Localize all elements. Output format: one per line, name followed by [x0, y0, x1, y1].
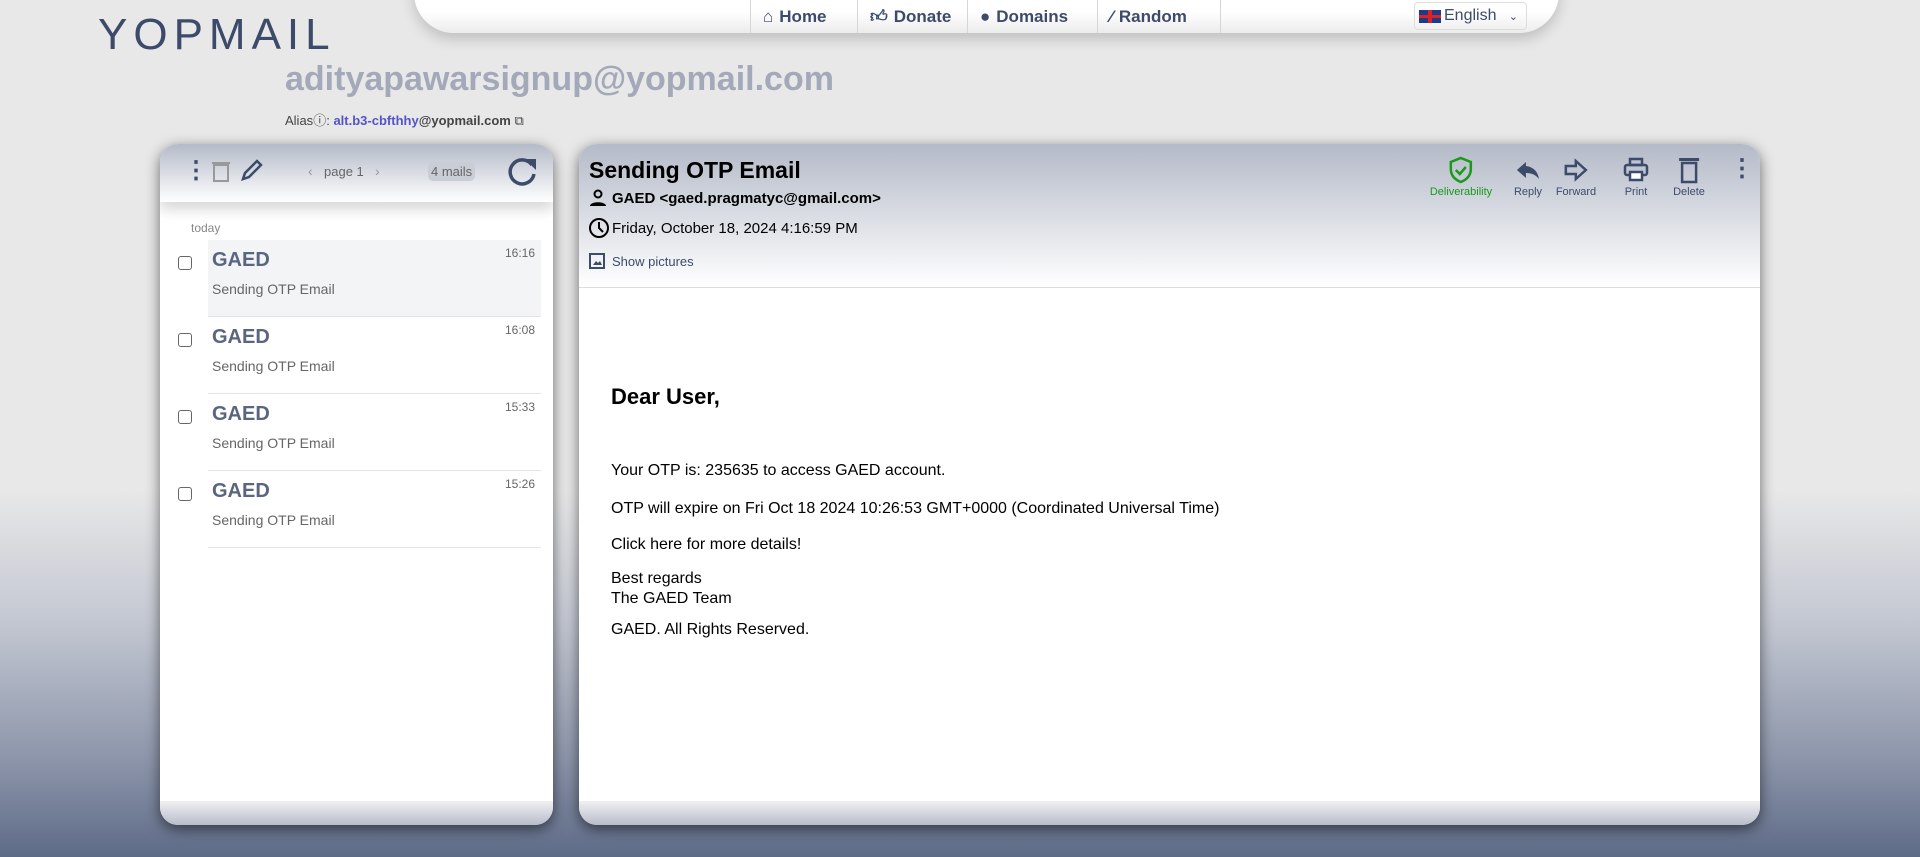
compose-pencil-icon[interactable] [240, 158, 264, 182]
reply-button[interactable]: Reply [1514, 156, 1542, 198]
show-pictures-label: Show pictures [612, 253, 694, 269]
more-options-icon[interactable]: ⋮ [1730, 154, 1754, 183]
language-select[interactable]: English ⌄ [1414, 2, 1527, 30]
team-line: The GAED Team [611, 590, 732, 607]
inbox-address: adityapawarsignup@yopmail.com [285, 60, 834, 98]
mail-count-badge: 4 mails [428, 162, 476, 181]
message-panel: Sending OTP Email GAED <gaed.pragmatyc@g… [579, 144, 1760, 825]
mail-list-toolbar: ⋮ ‹ page 1 › 4 mails [160, 144, 553, 202]
mail-subject: Sending OTP Email [212, 512, 335, 528]
sender-address: GAED <gaed.pragmatyc@gmail.com> [612, 189, 881, 207]
delete-button[interactable]: Delete [1673, 156, 1705, 198]
person-icon [590, 189, 606, 206]
select-checkbox[interactable] [178, 333, 192, 347]
expiry-line: OTP will expire on Fri Oct 18 2024 10:26… [611, 500, 1220, 517]
message-date: Friday, October 18, 2024 4:16:59 PM [588, 217, 858, 239]
nav-label: Random [1118, 6, 1187, 26]
alias-label: Alias [285, 113, 314, 128]
trash-icon [1678, 158, 1699, 184]
message-from: GAED <gaed.pragmatyc@gmail.com> [589, 189, 881, 207]
greeting: Dear User, [611, 384, 720, 409]
shield-check-icon [1449, 156, 1473, 184]
mail-list-item[interactable]: GAED Sending OTP Email 15:33 [178, 394, 541, 471]
date-text: Friday, October 18, 2024 4:16:59 PM [612, 219, 858, 237]
forward-arrow-icon [1564, 158, 1588, 182]
uk-flag-icon [1419, 9, 1441, 23]
print-button[interactable]: Print [1623, 156, 1649, 198]
logo-text: YOPMAIL [98, 10, 336, 59]
mail-sender: GAED [212, 249, 270, 271]
mail-list-item[interactable]: GAED Sending OTP Email 16:08 [178, 317, 541, 394]
nav-home[interactable]: ⌂ Home [750, 0, 857, 33]
deliverability-button[interactable]: Deliverability [1430, 156, 1492, 198]
regards-line: Best regards [611, 570, 702, 587]
rights-line: GAED. All Rights Reserved. [611, 621, 810, 638]
alias-domain: @yopmail.com [418, 113, 511, 128]
details-link[interactable]: Click here for more details! [611, 536, 801, 554]
select-checkbox[interactable] [178, 256, 192, 270]
mail-list-panel: ⋮ ‹ page 1 › 4 mails today GAED Sending O… [160, 144, 553, 825]
nav-label: Home [779, 6, 827, 26]
alias-sep: : [326, 113, 330, 128]
reply-icon [1517, 162, 1539, 179]
action-label: Deliverability [1429, 186, 1493, 198]
nav-domains[interactable]: ● Domains [967, 0, 1097, 33]
action-label: Forward [1555, 186, 1597, 198]
message-subject: Sending OTP Email [589, 157, 801, 183]
printer-icon [1623, 157, 1649, 182]
alias-line: Aliasⓘ: alt.b3-cbfthhy@yopmail.com ⧉ [285, 110, 524, 129]
chevron-down-icon: ⌄ [1508, 10, 1518, 23]
mail-list-item[interactable]: GAED Sending OTP Email 16:16 [178, 240, 541, 317]
next-page-icon[interactable]: › [375, 163, 380, 179]
mail-sender: GAED [212, 403, 270, 425]
mail-sender: GAED [212, 480, 270, 502]
action-label: Print [1624, 186, 1648, 198]
mail-time: 16:16 [504, 246, 535, 260]
action-label: Delete [1673, 186, 1705, 198]
clock-icon [589, 218, 609, 238]
action-label: Reply [1513, 186, 1543, 198]
language-label: English [1444, 7, 1497, 24]
otp-line: Your OTP is: 235635 to access GAED accou… [611, 462, 946, 479]
copy-icon[interactable]: ⧉ [511, 113, 523, 128]
show-pictures-button[interactable]: Show pictures [589, 253, 694, 269]
home-icon: ⌂ [763, 6, 774, 26]
page-indicator: page 1 [324, 164, 364, 179]
forward-button[interactable]: Forward [1556, 156, 1596, 198]
select-checkbox[interactable] [178, 410, 192, 424]
mail-time: 16:08 [504, 323, 535, 337]
panel-footer [160, 801, 553, 825]
yopmail-logo[interactable]: YOPMAIL [98, 10, 336, 60]
prev-page-icon[interactable]: ‹ [308, 163, 313, 179]
magic-wand-icon: ⁄ [1110, 6, 1113, 26]
mail-subject: Sending OTP Email [212, 435, 335, 451]
mail-sender: GAED [212, 326, 270, 348]
globe-icon: ● [980, 6, 991, 26]
date-group-label: today [191, 221, 221, 235]
more-options-icon[interactable]: ⋮ [184, 156, 208, 185]
nav-random[interactable]: ⁄ Random [1097, 0, 1221, 33]
trash-icon[interactable] [212, 160, 230, 182]
thumbs-up-icon: 👍︎ [870, 7, 888, 26]
refresh-icon[interactable] [505, 155, 539, 189]
image-icon [589, 253, 605, 269]
nav-donate[interactable]: 👍︎ Donate [857, 0, 967, 33]
mail-subject: Sending OTP Email [212, 358, 335, 374]
nav-label: Domains [996, 6, 1069, 26]
select-checkbox[interactable] [178, 487, 192, 501]
mail-time: 15:26 [504, 477, 535, 491]
alias-user: alt.b3-cbfthhy [333, 113, 419, 128]
mail-list-item[interactable]: GAED Sending OTP Email 15:26 [178, 471, 541, 548]
message-header: Sending OTP Email GAED <gaed.pragmatyc@g… [579, 144, 1760, 288]
info-icon[interactable]: ⓘ [313, 113, 326, 128]
panel-footer [579, 801, 1760, 825]
mail-subject: Sending OTP Email [212, 281, 335, 297]
nav-label: Donate [893, 6, 952, 26]
mail-time: 15:33 [504, 400, 535, 414]
